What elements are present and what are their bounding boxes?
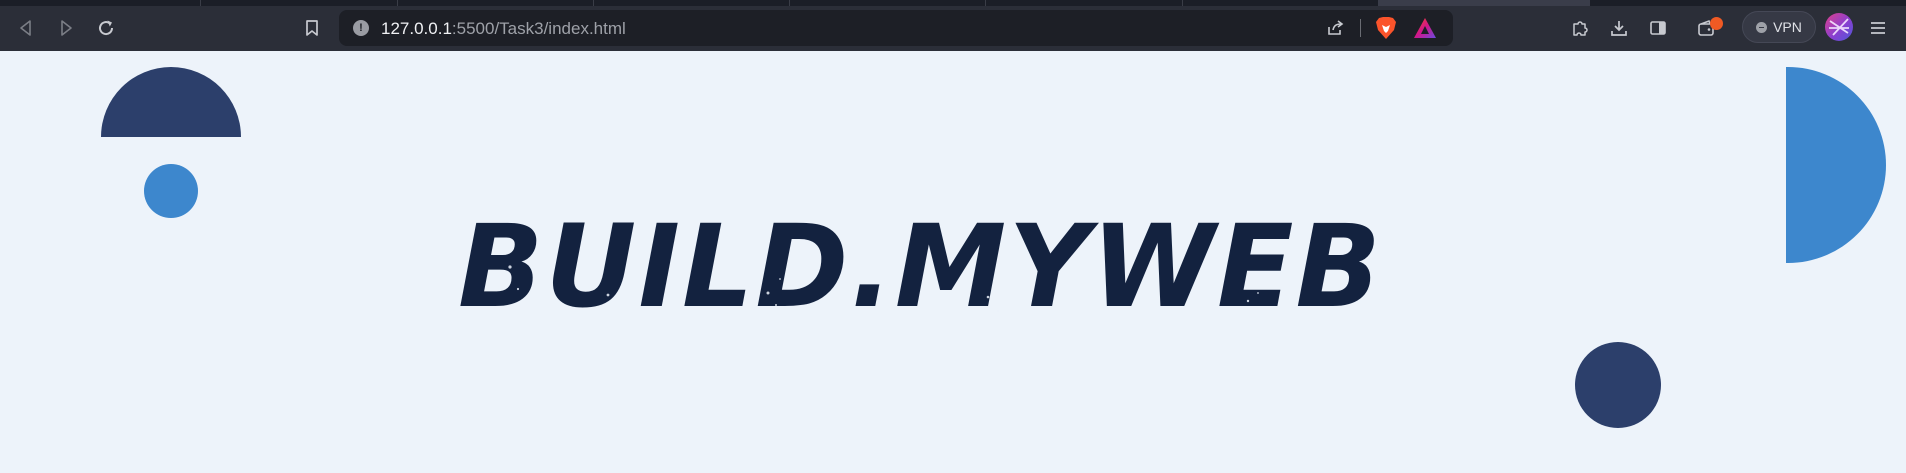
- reload-icon[interactable]: [94, 16, 118, 40]
- profile-avatar[interactable]: [1825, 13, 1853, 41]
- page-content: BUILD.MYWEB: [0, 51, 1906, 473]
- sidebar-icon[interactable]: [1646, 16, 1670, 40]
- download-icon[interactable]: [1607, 16, 1631, 40]
- browser-toolbar: ! 127.0.0.1:5500/Task3/index.html VPN: [0, 6, 1906, 51]
- address-bar[interactable]: ! 127.0.0.1:5500/Task3/index.html: [339, 10, 1453, 46]
- top-left-semicircle: [101, 67, 241, 137]
- vpn-label: VPN: [1773, 19, 1802, 35]
- vpn-button[interactable]: VPN: [1742, 11, 1816, 43]
- small-blue-circle: [144, 164, 198, 218]
- bookmark-icon[interactable]: [300, 16, 324, 40]
- divider: [1360, 19, 1361, 37]
- notification-badge: [1710, 17, 1723, 30]
- dark-blue-circle: [1575, 342, 1661, 428]
- rewards-triangle-icon[interactable]: [1413, 17, 1437, 39]
- hamburger-icon[interactable]: [1866, 16, 1890, 40]
- forward-icon[interactable]: [54, 16, 78, 40]
- vpn-status-icon: [1756, 21, 1768, 33]
- url-path: :5500/Task3/index.html: [451, 19, 626, 38]
- puzzle-icon[interactable]: [1568, 16, 1592, 40]
- url-text[interactable]: 127.0.0.1:5500/Task3/index.html: [381, 19, 626, 39]
- info-icon[interactable]: !: [353, 20, 369, 36]
- logo: BUILD.MYWEB: [458, 197, 1381, 337]
- brave-lion-icon[interactable]: [1375, 16, 1397, 40]
- back-icon[interactable]: [14, 16, 38, 40]
- logo-text: BUILD.MYWEB: [458, 200, 1383, 334]
- right-semicircle: [1786, 67, 1886, 263]
- url-host: 127.0.0.1: [381, 19, 452, 38]
- share-icon[interactable]: [1325, 18, 1345, 38]
